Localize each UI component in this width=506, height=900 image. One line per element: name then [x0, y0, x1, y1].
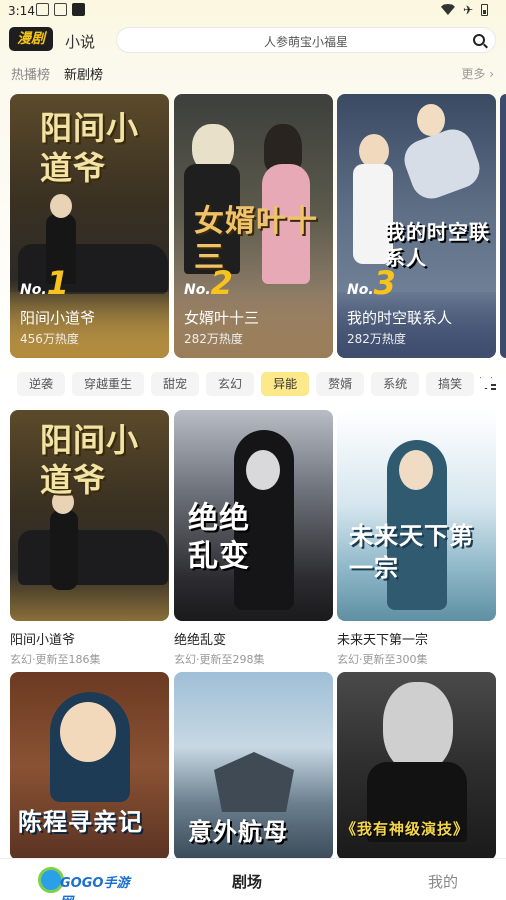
- wifi-icon: [440, 4, 455, 15]
- rank-prefix: No.: [347, 282, 374, 298]
- rank-number: No.2: [184, 264, 233, 302]
- app-icon: [72, 3, 85, 16]
- cube-icon-2: [54, 3, 67, 16]
- drama-card[interactable]: 《我有神级演技》: [337, 672, 496, 860]
- rank-heat: 282万热度: [347, 332, 406, 346]
- rank-card-peek[interactable]: [500, 94, 506, 358]
- chip-xuanhuan[interactable]: 玄幻: [206, 372, 255, 396]
- chip-gaoxiao[interactable]: 搞笑: [426, 372, 475, 396]
- app-logo[interactable]: 漫剧: [9, 27, 53, 51]
- rank-heat: 456万热度: [20, 332, 79, 346]
- rank-heat: 282万热度: [184, 332, 243, 346]
- rank-card-1[interactable]: 阳间小道爷 No.1 阳间小道爷 456万热度: [10, 94, 169, 358]
- tab-novel[interactable]: 小说: [65, 31, 95, 52]
- tab-new-rank[interactable]: 新剧榜: [64, 64, 103, 83]
- cover-image: 意外航母: [174, 672, 333, 860]
- rank-prefix: No.: [184, 282, 211, 298]
- rank-title: 阳间小道爷: [20, 309, 96, 327]
- drama-card[interactable]: 阳间小道爷 阳间小道爷 玄幻·更新至186集: [10, 410, 169, 667]
- genre-chips: 逆袭 穿越重生 甜宠 玄幻 异能 赘婿 系统 搞笑: [17, 372, 475, 396]
- rank-number: No.3: [347, 264, 396, 302]
- bottom-nav: GOGO手游网 剧场 我的: [0, 858, 506, 900]
- drama-card[interactable]: 陈程寻亲记: [10, 672, 169, 860]
- drama-meta: 玄幻·更新至300集: [337, 653, 428, 666]
- chip-zhuixu[interactable]: 赘婿: [316, 372, 365, 396]
- rank-value: 1: [46, 264, 69, 302]
- nav-mine[interactable]: 我的: [428, 871, 458, 892]
- cover-image: 陈程寻亲记: [10, 672, 169, 860]
- status-time: 3:14: [8, 4, 35, 18]
- rank-title: 我的时空联系人: [347, 309, 453, 327]
- cube-icon: [36, 3, 49, 16]
- chip-xitong[interactable]: 系统: [371, 372, 420, 396]
- watermark-text: GOGO手游网: [60, 876, 130, 900]
- drama-card[interactable]: 绝绝乱变 绝绝乱变 玄幻·更新至298集: [174, 410, 333, 667]
- drama-title: 阳间小道爷: [10, 633, 76, 648]
- cover-title: 绝绝乱变: [188, 501, 250, 574]
- drama-card[interactable]: 未来天下第一宗 未来天下第一宗 玄幻·更新至300集: [337, 410, 496, 667]
- rank-tabs: 热播榜 新剧榜: [11, 64, 103, 83]
- cover-title: 未来天下第一宗: [349, 522, 474, 582]
- tab-hot-rank[interactable]: 热播榜: [11, 64, 50, 83]
- chip-nixi[interactable]: 逆袭: [17, 372, 66, 396]
- cover-title: 意外航母: [188, 818, 288, 846]
- cover-title: 阳间小道爷: [40, 109, 140, 187]
- nav-theater[interactable]: 剧场: [232, 871, 262, 892]
- watermark-logo: GOGO手游网: [38, 866, 136, 900]
- cover-image: 绝绝乱变: [174, 410, 333, 621]
- drama-meta: 玄幻·更新至186集: [10, 653, 101, 666]
- cover-title: 《我有神级演技》: [341, 820, 470, 838]
- rank-value: 2: [210, 264, 233, 302]
- drama-card[interactable]: 意外航母: [174, 672, 333, 860]
- chip-tianchong[interactable]: 甜宠: [151, 372, 200, 396]
- cover-title: 阳间小道爷: [40, 421, 140, 499]
- drama-title: 未来天下第一宗: [337, 633, 429, 648]
- airplane-icon: ✈: [462, 3, 473, 17]
- chip-chuanyue[interactable]: 穿越重生: [72, 372, 145, 396]
- filter-icon[interactable]: [480, 376, 496, 392]
- rank-value: 3: [373, 264, 396, 302]
- rank-number: No.1: [20, 264, 69, 302]
- drama-meta: 玄幻·更新至298集: [174, 653, 265, 666]
- chip-yineng[interactable]: 异能: [261, 372, 310, 396]
- drama-title: 绝绝乱变: [174, 633, 227, 648]
- search-icon[interactable]: [473, 34, 485, 46]
- rank-prefix: No.: [20, 282, 47, 298]
- cover-image: 阳间小道爷: [10, 410, 169, 621]
- rank-card-2[interactable]: 女婿叶十三 No.2 女婿叶十三 282万热度: [174, 94, 333, 358]
- rank-title: 女婿叶十三: [184, 309, 260, 327]
- battery-icon: [481, 4, 488, 16]
- more-link[interactable]: 更多 ›: [461, 65, 494, 82]
- cover-title: 陈程寻亲记: [18, 808, 143, 836]
- rank-card-3[interactable]: 我的时空联系人 No.3 我的时空联系人 282万热度: [337, 94, 496, 358]
- search-placeholder: 人参萌宝小福星: [263, 35, 348, 49]
- status-bar: 3:14 ✈: [0, 0, 506, 22]
- cover-image: 未来天下第一宗: [337, 410, 496, 621]
- cover-image: 《我有神级演技》: [337, 672, 496, 860]
- search-bar[interactable]: 人参萌宝小福星: [116, 27, 496, 53]
- cover-title: 我的时空联系人: [385, 220, 490, 270]
